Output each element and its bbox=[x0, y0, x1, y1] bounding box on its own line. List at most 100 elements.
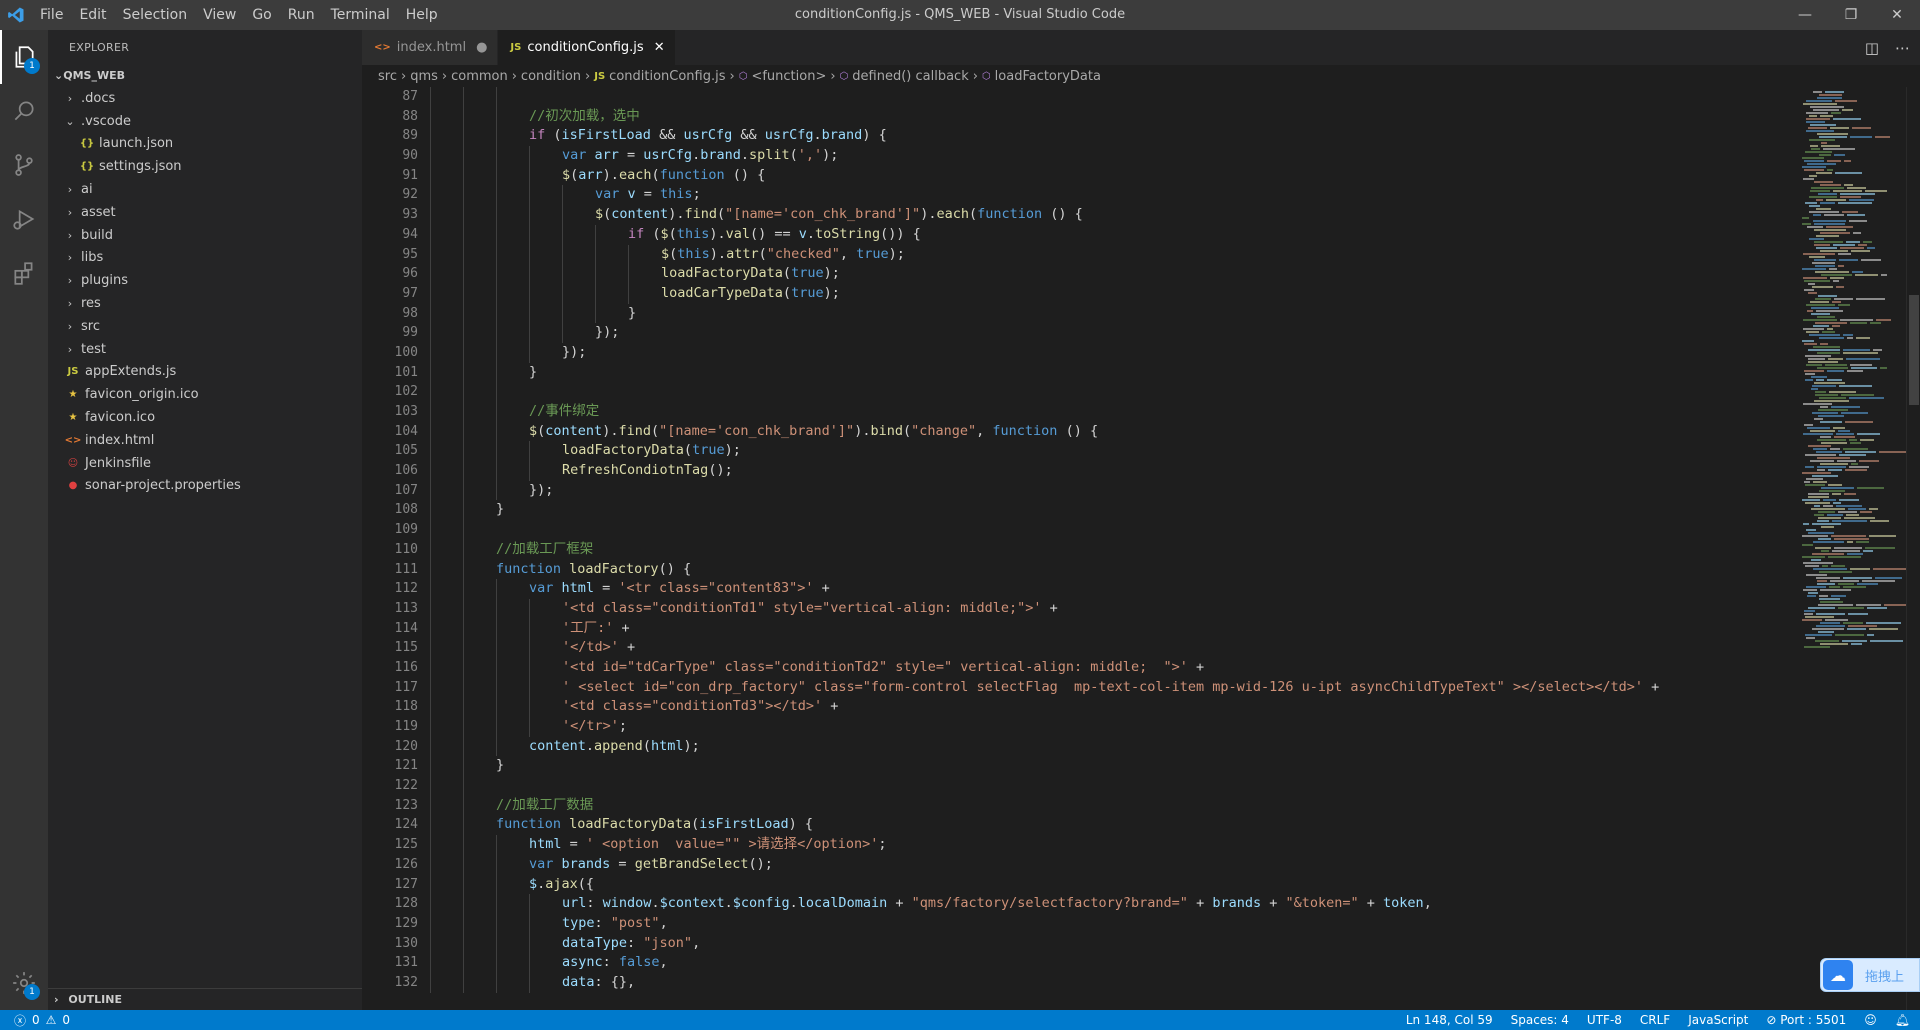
code-line[interactable]: var v = this; bbox=[430, 185, 1820, 206]
code-line[interactable]: $(content).find("[name='con_chk_brand']"… bbox=[430, 421, 1820, 442]
menu-view[interactable]: View bbox=[195, 0, 244, 30]
code-line[interactable]: '<td class="conditionTd1" style="vertica… bbox=[430, 598, 1820, 619]
code-line[interactable]: loadFactoryData(true); bbox=[430, 441, 1820, 462]
live-server-port[interactable]: ⊘ Port : 5501 bbox=[1766, 1013, 1846, 1027]
menu-help[interactable]: Help bbox=[398, 0, 446, 30]
code-line[interactable]: '<td id="tdCarType" class="conditionTd2"… bbox=[430, 657, 1820, 678]
code-line[interactable]: $(arr).each(function () { bbox=[430, 165, 1820, 186]
tree-item[interactable]: ⌄ .vscode bbox=[48, 110, 362, 133]
language-mode[interactable]: JavaScript bbox=[1688, 1013, 1748, 1027]
code-line[interactable]: dataType: "json", bbox=[430, 933, 1820, 954]
indentation[interactable]: Spaces: 4 bbox=[1511, 1013, 1569, 1027]
code-line[interactable]: } bbox=[430, 362, 1820, 383]
menu-file[interactable]: File bbox=[32, 0, 71, 30]
problems-indicator[interactable]: ⓧ 0 ⚠ 0 bbox=[0, 1012, 70, 1029]
code-line[interactable]: } bbox=[430, 756, 1820, 777]
menu-run[interactable]: Run bbox=[280, 0, 323, 30]
settings-gear-icon[interactable]: 1 bbox=[0, 956, 48, 1010]
code-line[interactable]: data: {}, bbox=[430, 972, 1820, 993]
code-editor[interactable]: 87 88 89 90 91 92 93 94 95 96 97 98 99 100 101 102 103 10… bbox=[362, 87, 1920, 1010]
code-line[interactable]: loadCarTypeData(true); bbox=[430, 283, 1820, 304]
tree-item[interactable]: › res bbox=[48, 292, 362, 315]
tab-index-html[interactable]: <> index.html ● bbox=[362, 30, 499, 65]
tree-item[interactable]: › libs bbox=[48, 247, 362, 270]
code-line[interactable]: var arr = usrCfg.brand.split(','); bbox=[430, 146, 1820, 166]
breadcrumb-item[interactable]: qms bbox=[410, 69, 438, 84]
feedback-icon[interactable]: ☺ bbox=[1864, 1013, 1877, 1027]
split-editor-icon[interactable]: ◫ bbox=[1865, 39, 1879, 57]
tree-item[interactable]: › test bbox=[48, 338, 362, 361]
breadcrumb-item[interactable]: condition bbox=[521, 69, 581, 84]
code-line[interactable] bbox=[430, 776, 1820, 796]
source-control-icon[interactable] bbox=[0, 138, 48, 192]
unsaved-dot-icon[interactable]: ● bbox=[476, 40, 487, 55]
code-line[interactable]: type: "post", bbox=[430, 913, 1820, 934]
code-line[interactable] bbox=[430, 382, 1820, 402]
code-line[interactable] bbox=[430, 520, 1820, 540]
cursor-position[interactable]: Ln 148, Col 59 bbox=[1406, 1013, 1493, 1027]
code-line[interactable]: function loadFactory() { bbox=[430, 559, 1820, 580]
tree-item[interactable]: ● sonar-project.properties bbox=[48, 475, 362, 498]
scrollbar-thumb[interactable] bbox=[1909, 295, 1919, 405]
code-line[interactable]: content.append(html); bbox=[430, 736, 1820, 757]
code-line[interactable]: //加载工厂框架 bbox=[430, 539, 1820, 560]
code-line[interactable]: $.ajax({ bbox=[430, 874, 1820, 895]
code-line[interactable]: } bbox=[430, 500, 1820, 521]
code-line[interactable]: '</td>' + bbox=[430, 638, 1820, 658]
code-line[interactable]: //加载工厂数据 bbox=[430, 795, 1820, 816]
code-line[interactable]: '工厂:' + bbox=[430, 618, 1820, 639]
code-line[interactable]: var brands = getBrandSelect(); bbox=[430, 854, 1820, 875]
tree-item[interactable]: › build bbox=[48, 224, 362, 247]
code-line[interactable]: url: window.$context.$config.localDomain… bbox=[430, 894, 1820, 914]
notifications-bell-icon[interactable]: 🔔︎ bbox=[1895, 1013, 1910, 1027]
code-line[interactable]: function loadFactoryData(isFirstLoad) { bbox=[430, 815, 1820, 836]
code-line[interactable]: '<td class="conditionTd3"></td>' + bbox=[430, 697, 1820, 717]
tree-item[interactable]: › src bbox=[48, 315, 362, 338]
code-line[interactable]: var html = '<tr class="content83">' + bbox=[430, 579, 1820, 599]
code-line[interactable]: //事件绑定 bbox=[430, 402, 1820, 422]
extensions-icon[interactable] bbox=[0, 246, 48, 300]
minimize-icon[interactable]: — bbox=[1782, 0, 1828, 30]
tree-item[interactable]: <> index.html bbox=[48, 429, 362, 452]
code-line[interactable]: $(this).attr("checked", true); bbox=[430, 244, 1820, 265]
code-line[interactable]: $(content).find("[name='con_chk_brand']"… bbox=[430, 205, 1820, 225]
tree-item[interactable]: › ai bbox=[48, 178, 362, 201]
tree-item[interactable]: ★ favicon_origin.ico bbox=[48, 383, 362, 406]
outline-section[interactable]: › OUTLINE bbox=[48, 988, 362, 1010]
tree-item[interactable]: › .docs bbox=[48, 87, 362, 110]
more-actions-icon[interactable]: ⋯ bbox=[1895, 39, 1910, 57]
code-line[interactable]: } bbox=[430, 303, 1820, 324]
code-line[interactable]: }); bbox=[430, 342, 1820, 363]
maximize-icon[interactable]: ❐ bbox=[1828, 0, 1874, 30]
tree-item[interactable]: ☺ Jenkinsfile bbox=[48, 452, 362, 475]
close-tab-icon[interactable]: ✕ bbox=[654, 40, 665, 55]
project-folder[interactable]: ⌄ QMS_WEB bbox=[48, 65, 362, 87]
breadcrumb-item[interactable]: src bbox=[378, 69, 397, 84]
tree-item[interactable]: JS appExtends.js bbox=[48, 361, 362, 384]
code-line[interactable]: async: false, bbox=[430, 953, 1820, 973]
explorer-icon[interactable]: 1 bbox=[0, 30, 48, 84]
code-line[interactable]: loadFactoryData(true); bbox=[430, 264, 1820, 284]
code-lines[interactable]: //初次加载，选中 if (isFirstLoad && usrCfg && us… bbox=[430, 87, 1820, 993]
encoding[interactable]: UTF-8 bbox=[1587, 1013, 1622, 1027]
search-icon[interactable] bbox=[0, 84, 48, 138]
menu-terminal[interactable]: Terminal bbox=[323, 0, 398, 30]
breadcrumb-item[interactable]: <function> bbox=[751, 69, 826, 84]
menu-selection[interactable]: Selection bbox=[115, 0, 196, 30]
code-line[interactable]: if ($(this).val() == v.toString()) { bbox=[430, 224, 1820, 245]
breadcrumb-item[interactable]: defined() callback bbox=[852, 69, 968, 84]
tree-item[interactable]: {} settings.json bbox=[48, 155, 362, 178]
code-line[interactable]: if (isFirstLoad && usrCfg && usrCfg.bran… bbox=[430, 126, 1820, 147]
code-line[interactable]: html = ' <option value="" >请选择</option>'… bbox=[430, 835, 1820, 855]
tree-item[interactable]: › plugins bbox=[48, 269, 362, 292]
close-icon[interactable]: ✕ bbox=[1874, 0, 1920, 30]
code-line[interactable] bbox=[430, 87, 1820, 107]
tab-conditionconfig-js[interactable]: JS conditionConfig.js ✕ bbox=[498, 30, 676, 65]
code-line[interactable]: '</tr>'; bbox=[430, 717, 1820, 737]
code-line[interactable]: }); bbox=[430, 323, 1820, 343]
breadcrumb-item[interactable]: conditionConfig.js bbox=[609, 69, 725, 84]
tree-item[interactable]: ★ favicon.ico bbox=[48, 406, 362, 429]
menu-edit[interactable]: Edit bbox=[71, 0, 114, 30]
code-line[interactable]: ' <select id="con_drp_factory" class="fo… bbox=[430, 677, 1820, 698]
run-debug-icon[interactable] bbox=[0, 192, 48, 246]
